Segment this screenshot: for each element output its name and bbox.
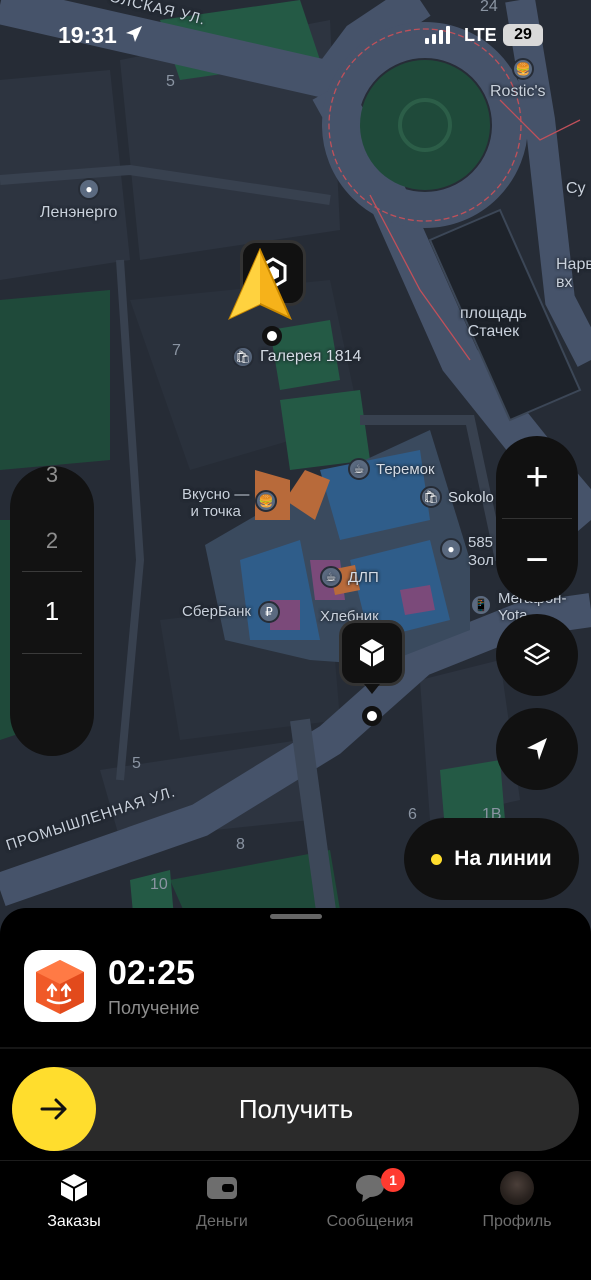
poi-galereya-label: Галерея 1814 bbox=[260, 348, 362, 365]
tab-orders[interactable]: Заказы bbox=[0, 1171, 148, 1231]
poi-585[interactable]: 585 Зол bbox=[468, 534, 494, 570]
shopping-bag-icon: 🛍 bbox=[232, 346, 254, 368]
poi-narva[interactable]: Нарв вх bbox=[556, 256, 591, 292]
building-number: 7 bbox=[172, 342, 181, 359]
building-number: 24 bbox=[480, 0, 498, 15]
zoom-control: + − bbox=[496, 436, 578, 602]
building-number: 6 bbox=[408, 806, 417, 823]
receive-slider-label: Получить bbox=[238, 1094, 354, 1124]
zoom-out-button[interactable]: − bbox=[496, 519, 578, 602]
cafe-icon: ☕ bbox=[320, 566, 342, 588]
messages-badge: 1 bbox=[381, 1168, 405, 1192]
building-number: 5 bbox=[132, 755, 141, 772]
order-status: Получение bbox=[108, 998, 200, 1018]
poi-su[interactable]: Су bbox=[566, 180, 586, 198]
tab-profile-icon-wrap bbox=[443, 1171, 591, 1205]
navigation-arrow-icon bbox=[228, 247, 292, 327]
tab-money-label: Деньги bbox=[196, 1213, 248, 1230]
sheet-divider bbox=[0, 1047, 591, 1049]
tab-profile[interactable]: Профиль bbox=[443, 1171, 591, 1231]
online-status-dot bbox=[431, 853, 443, 865]
marker-tail bbox=[364, 684, 380, 694]
signal-icon bbox=[425, 26, 450, 44]
building-number: 5 bbox=[166, 73, 175, 90]
delivery-location-dot bbox=[362, 706, 382, 726]
pickup-location-dot bbox=[262, 326, 282, 346]
box-icon bbox=[60, 1174, 88, 1202]
status-bar: 19:31 LTE 29 bbox=[0, 0, 591, 60]
network-type: LTE bbox=[464, 25, 497, 45]
layers-button[interactable] bbox=[496, 614, 578, 696]
order-box-icon bbox=[24, 950, 96, 1022]
cafe-icon: ☕ bbox=[348, 458, 370, 480]
slider-knob[interactable] bbox=[12, 1067, 96, 1151]
tab-bar: Заказы Деньги 1 Сообщения Профиль bbox=[0, 1160, 591, 1280]
status-time: 19:31 bbox=[58, 22, 117, 48]
poi-teremok[interactable]: ☕ Теремок bbox=[348, 458, 435, 480]
delivery-point-marker[interactable] bbox=[339, 620, 405, 686]
tab-messages[interactable]: 1 Сообщения bbox=[296, 1168, 444, 1231]
receive-slider[interactable]: Получить bbox=[12, 1067, 579, 1151]
location-arrow-icon bbox=[124, 24, 144, 49]
square-label: площадь Стачек bbox=[460, 305, 527, 340]
tab-messages-label: Сообщения bbox=[326, 1213, 414, 1230]
battery-icon: 29 bbox=[503, 24, 543, 46]
tab-money-icon-wrap bbox=[148, 1171, 296, 1205]
phone-store-icon[interactable]: 📱 bbox=[470, 594, 492, 616]
restaurant-icon[interactable]: 🍔 bbox=[512, 58, 534, 80]
arrow-right-icon bbox=[40, 1098, 67, 1120]
poi-galereya[interactable]: 🛍 Галерея 1814 bbox=[232, 346, 361, 368]
poi-teremok-label: Теремок bbox=[376, 460, 435, 478]
online-status-toggle[interactable]: На линии bbox=[404, 818, 579, 900]
my-location-button[interactable] bbox=[496, 708, 578, 790]
online-status-label: На линии bbox=[454, 847, 552, 870]
building-number: 8 bbox=[236, 836, 245, 853]
tab-orders-label: Заказы bbox=[47, 1213, 101, 1230]
burger-icon[interactable]: 🍔 bbox=[255, 490, 277, 512]
avatar bbox=[500, 1171, 534, 1205]
poi-vkusno[interactable]: Вкусно — и точка bbox=[182, 486, 249, 520]
map-view[interactable]: 19:31 LTE 29 ОЛСКАЯ УЛ. ПРОМЫШЛЕННАЯ УЛ.… bbox=[0, 0, 591, 940]
layers-icon bbox=[523, 642, 551, 666]
poi-sokolov-label: Sokolo bbox=[448, 488, 494, 506]
tab-orders-icon-wrap bbox=[0, 1171, 148, 1205]
sheet-handle[interactable] bbox=[270, 914, 322, 919]
car-service-icon[interactable]: ● bbox=[78, 178, 100, 200]
store-icon[interactable]: ● bbox=[440, 538, 462, 560]
tab-messages-icon-wrap: 1 bbox=[296, 1168, 444, 1205]
poi-dlp-label: ДЛП bbox=[348, 568, 379, 586]
poi-rostics[interactable]: Rostic's bbox=[490, 83, 546, 101]
poi-sokolov[interactable]: 🛍 Sokolo bbox=[420, 486, 494, 508]
poi-dlp[interactable]: ☕ ДЛП bbox=[320, 566, 379, 588]
poi-sberbank[interactable]: СберБанк bbox=[182, 603, 251, 620]
tab-profile-label: Профиль bbox=[482, 1213, 552, 1230]
floor-selector[interactable]: 3 2 1 bbox=[10, 466, 94, 756]
floor-2-button[interactable]: 2 bbox=[10, 528, 94, 554]
floor-divider bbox=[22, 571, 82, 572]
tab-money[interactable]: Деньги bbox=[148, 1171, 296, 1231]
poi-lenenergo[interactable]: Ленэнерго bbox=[40, 204, 117, 222]
location-arrow-icon bbox=[527, 738, 547, 760]
floor-3-button[interactable]: 3 bbox=[10, 466, 94, 488]
floor-1-button[interactable]: 1 bbox=[10, 596, 94, 627]
bank-icon[interactable]: ₽ bbox=[258, 601, 280, 623]
building-number: 10 bbox=[150, 876, 168, 893]
order-timer: 02:25 bbox=[108, 954, 195, 992]
wallet-icon bbox=[207, 1177, 237, 1199]
floor-divider bbox=[22, 653, 82, 654]
jewelry-icon: 🛍 bbox=[420, 486, 442, 508]
zoom-in-button[interactable]: + bbox=[496, 436, 578, 519]
